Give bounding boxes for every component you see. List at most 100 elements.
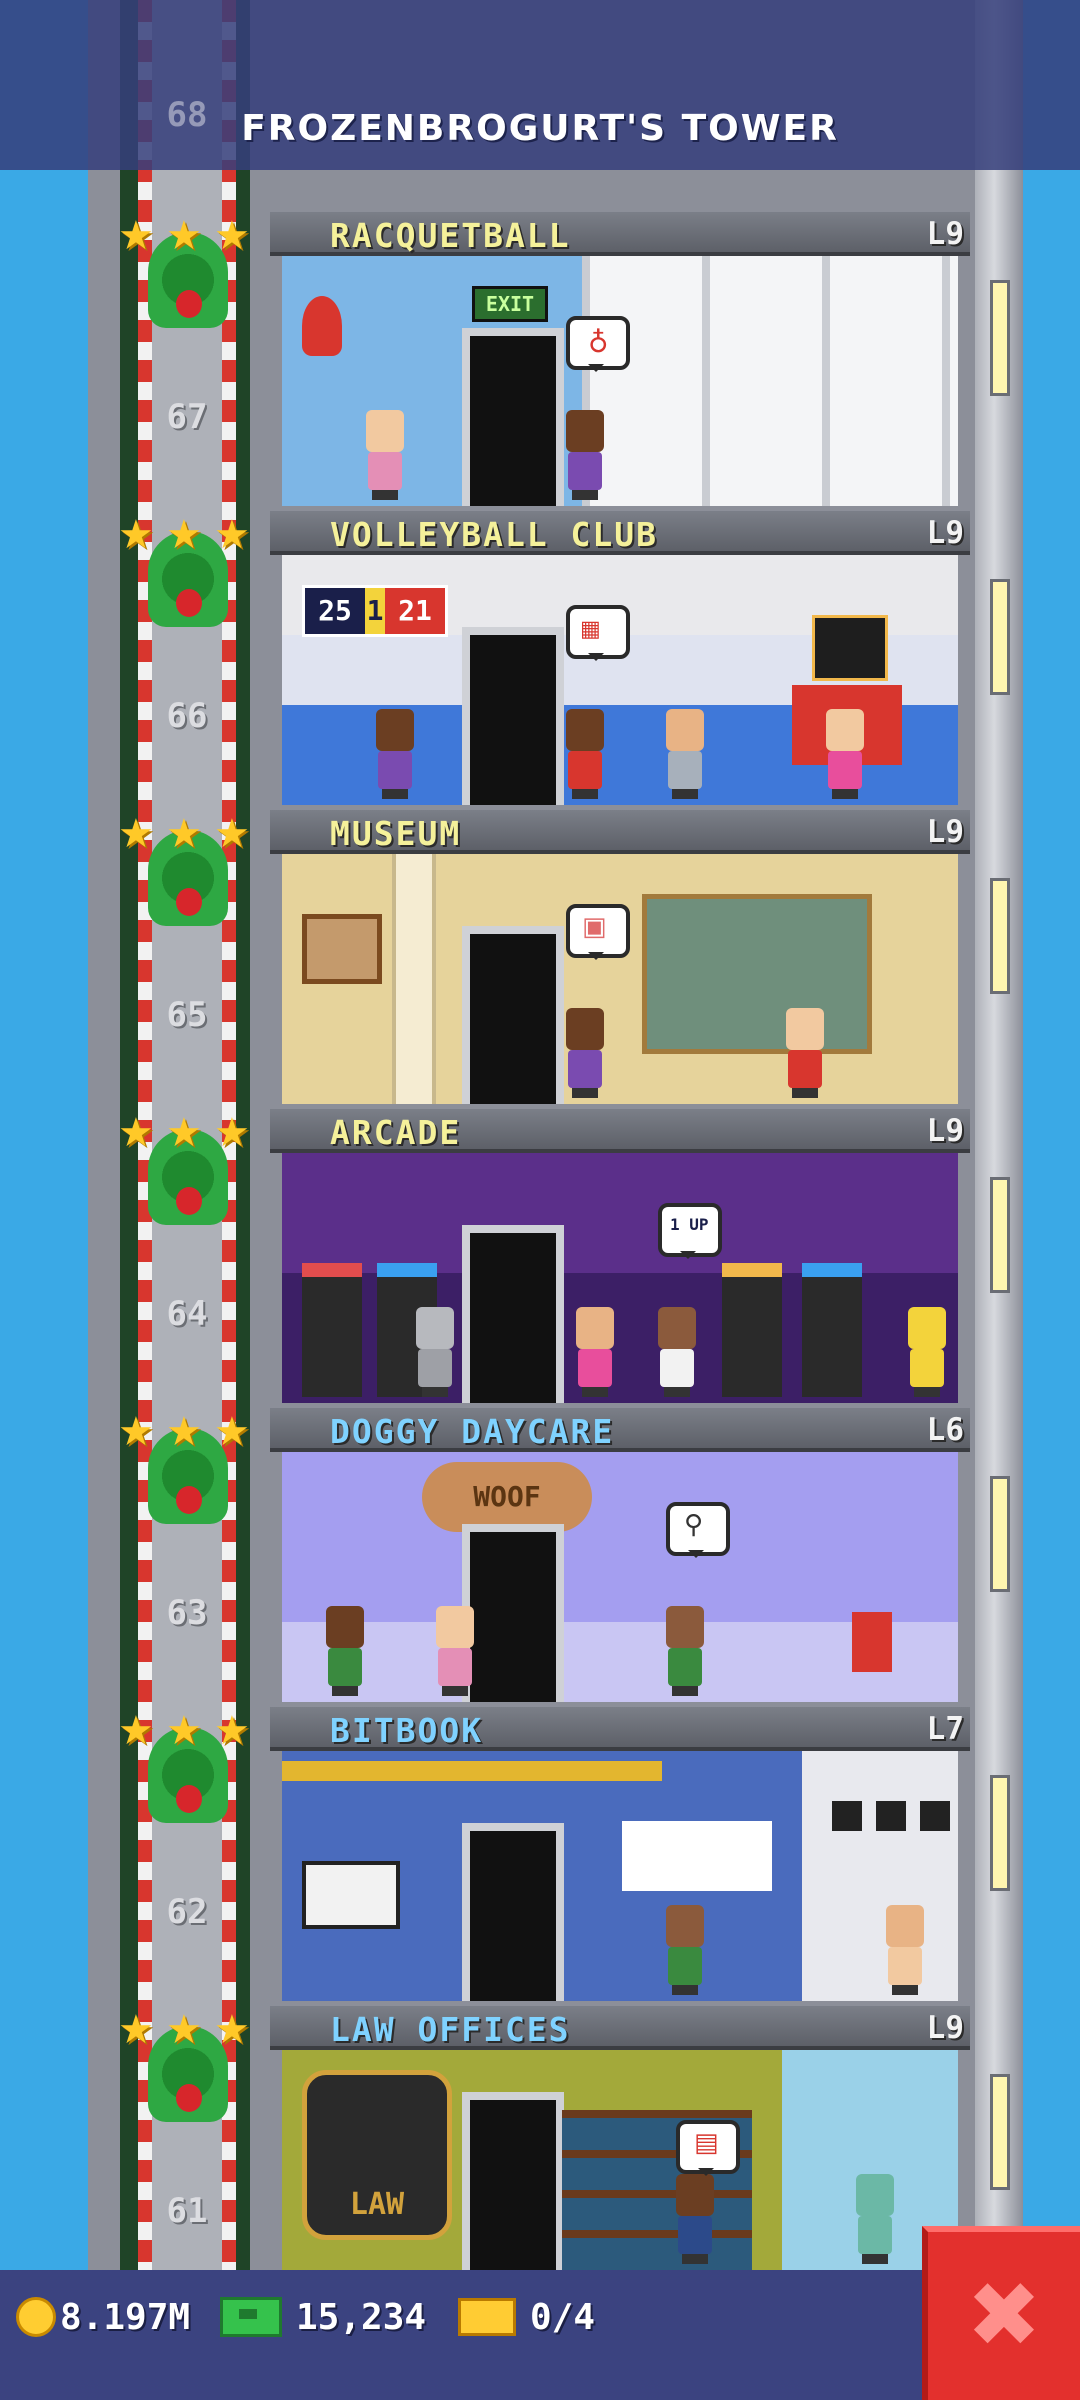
person[interactable]: [822, 709, 866, 799]
star-icon: ★: [214, 213, 250, 259]
thought-bubble[interactable]: ▤: [676, 2120, 740, 2176]
floor-level: L6: [926, 1412, 964, 1448]
person[interactable]: [572, 1307, 616, 1397]
knight-person[interactable]: [412, 1307, 456, 1397]
tickets-counter: 0/4: [458, 2292, 595, 2342]
room-doggy-daycare[interactable]: WOOF ⚲: [282, 1452, 958, 1702]
person[interactable]: [882, 1905, 926, 1995]
woof-bone-sign: WOOF: [422, 1462, 592, 1532]
person[interactable]: [654, 1307, 698, 1397]
room-museum[interactable]: ▣: [282, 854, 958, 1104]
room-volleyball[interactable]: 25 1 21 ▦: [282, 555, 958, 805]
floor-bitbook[interactable]: BITBOOK L7: [270, 1707, 970, 2005]
floor-name: RACQUETBALL: [330, 216, 571, 255]
document-icon: ▤: [694, 2128, 719, 2158]
close-button[interactable]: ✖: [922, 2226, 1080, 2400]
window-light: [990, 280, 1010, 396]
window-light: [990, 1476, 1010, 1592]
floor-doggy-daycare[interactable]: DOGGY DAYCARE L6 WOOF ⚲: [270, 1408, 970, 1706]
floor-volleyball-club[interactable]: VOLLEYBALL CLUB L9 25 1 21 ▦: [270, 511, 970, 809]
floor-level: L9: [926, 2010, 964, 2046]
room-racquetball[interactable]: EXIT ♁: [282, 256, 958, 506]
dinosaur-exhibit: [642, 894, 872, 1054]
santa-person[interactable]: [782, 1008, 826, 1098]
star-icon: ★: [118, 512, 154, 558]
star-icon: ★: [214, 512, 250, 558]
star-icon: ★: [118, 213, 154, 259]
elevator-floor-number[interactable]: 61: [152, 2176, 222, 2246]
tower-title: FROZENBROGURT'S TOWER: [241, 108, 839, 149]
tickets-value: 0/4: [530, 2296, 596, 2338]
thought-bubble[interactable]: ♁: [566, 316, 630, 372]
racquet-shelf: [302, 296, 342, 356]
yellow-pipe: [282, 1761, 662, 1781]
door[interactable]: [462, 926, 564, 1104]
person[interactable]: [562, 1008, 606, 1098]
bux-counter: 15,234: [220, 2292, 426, 2342]
person[interactable]: [372, 709, 416, 799]
person[interactable]: [662, 1905, 706, 1995]
floor-museum[interactable]: MUSEUM L9 ▣: [270, 810, 970, 1108]
elevator-floor-number[interactable]: 67: [152, 382, 222, 452]
floor-level: L9: [926, 515, 964, 551]
wall-clocks: [832, 1801, 952, 1831]
person[interactable]: [672, 2174, 716, 2264]
microscope-icon: ⚲: [684, 1510, 704, 1540]
person[interactable]: [662, 709, 706, 799]
thought-bubble[interactable]: ⚲: [666, 1502, 730, 1558]
person[interactable]: [904, 1307, 948, 1397]
person[interactable]: [322, 1606, 366, 1696]
room-bitbook[interactable]: [282, 1751, 958, 2001]
person[interactable]: [662, 1606, 706, 1696]
door[interactable]: [462, 1225, 564, 1403]
floor-header: LAW OFFICES L9: [270, 2006, 970, 2050]
floor-racquetball[interactable]: RACQUETBALL L9 EXIT ♁: [270, 212, 970, 510]
floor-arcade[interactable]: ARCADE L9 1 UP: [270, 1109, 970, 1407]
star-icon: ★: [214, 1708, 250, 1754]
floor-law-offices[interactable]: LAW OFFICES L9 LAW ▤: [270, 2006, 970, 2304]
star-icon: ★: [214, 811, 250, 857]
window-light: [990, 2074, 1010, 2190]
floor-header: ARCADE L9: [270, 1109, 970, 1153]
thought-bubble[interactable]: ▣: [566, 904, 630, 960]
person[interactable]: [562, 709, 606, 799]
elevator-floor-number[interactable]: 64: [152, 1279, 222, 1349]
elevator-floor-number[interactable]: 63: [152, 1578, 222, 1648]
room-law-offices[interactable]: LAW ▤: [282, 2050, 958, 2270]
coin-icon: [16, 2297, 56, 2337]
arcade-cabinet: [722, 1263, 782, 1397]
room-arcade[interactable]: 1 UP: [282, 1153, 958, 1403]
thought-bubble[interactable]: 1 UP: [658, 1203, 722, 1259]
star-icon: ★: [118, 1708, 154, 1754]
floor-header: MUSEUM L9: [270, 810, 970, 854]
liberty-person[interactable]: [852, 2174, 896, 2264]
star-icon: ★: [214, 1110, 250, 1156]
person[interactable]: [362, 410, 406, 500]
star-icon: ★: [118, 2007, 154, 2053]
tower-bux-icon: [220, 2297, 282, 2337]
elevator-floor-number[interactable]: 62: [152, 1877, 222, 1947]
star-icon: ★: [118, 1110, 154, 1156]
thought-bubble[interactable]: ▦: [566, 605, 630, 661]
volleyball-net: [812, 615, 888, 681]
star-icon: ★: [166, 213, 202, 259]
score-home: 25: [318, 594, 352, 627]
door[interactable]: [462, 328, 564, 506]
person[interactable]: [432, 1606, 476, 1696]
star-icon: ★: [214, 2007, 250, 2053]
door[interactable]: [462, 2092, 564, 2270]
bitbook-logo: [622, 1821, 772, 1891]
door[interactable]: [462, 1823, 564, 2001]
elevator-floor-number[interactable]: 66: [152, 681, 222, 751]
person[interactable]: [562, 410, 606, 500]
floor-level: L9: [926, 1113, 964, 1149]
door[interactable]: [462, 627, 564, 805]
star-icon: ★: [166, 512, 202, 558]
elevator-floor-number[interactable]: 65: [152, 980, 222, 1050]
door[interactable]: [462, 1524, 564, 1702]
score-away: 21: [385, 588, 445, 634]
whiteboard: [302, 1861, 400, 1929]
one-up-icon: 1 UP: [670, 1215, 709, 1234]
floor-stars: ★ ★ ★: [118, 1711, 258, 1751]
window-light: [990, 1177, 1010, 1293]
